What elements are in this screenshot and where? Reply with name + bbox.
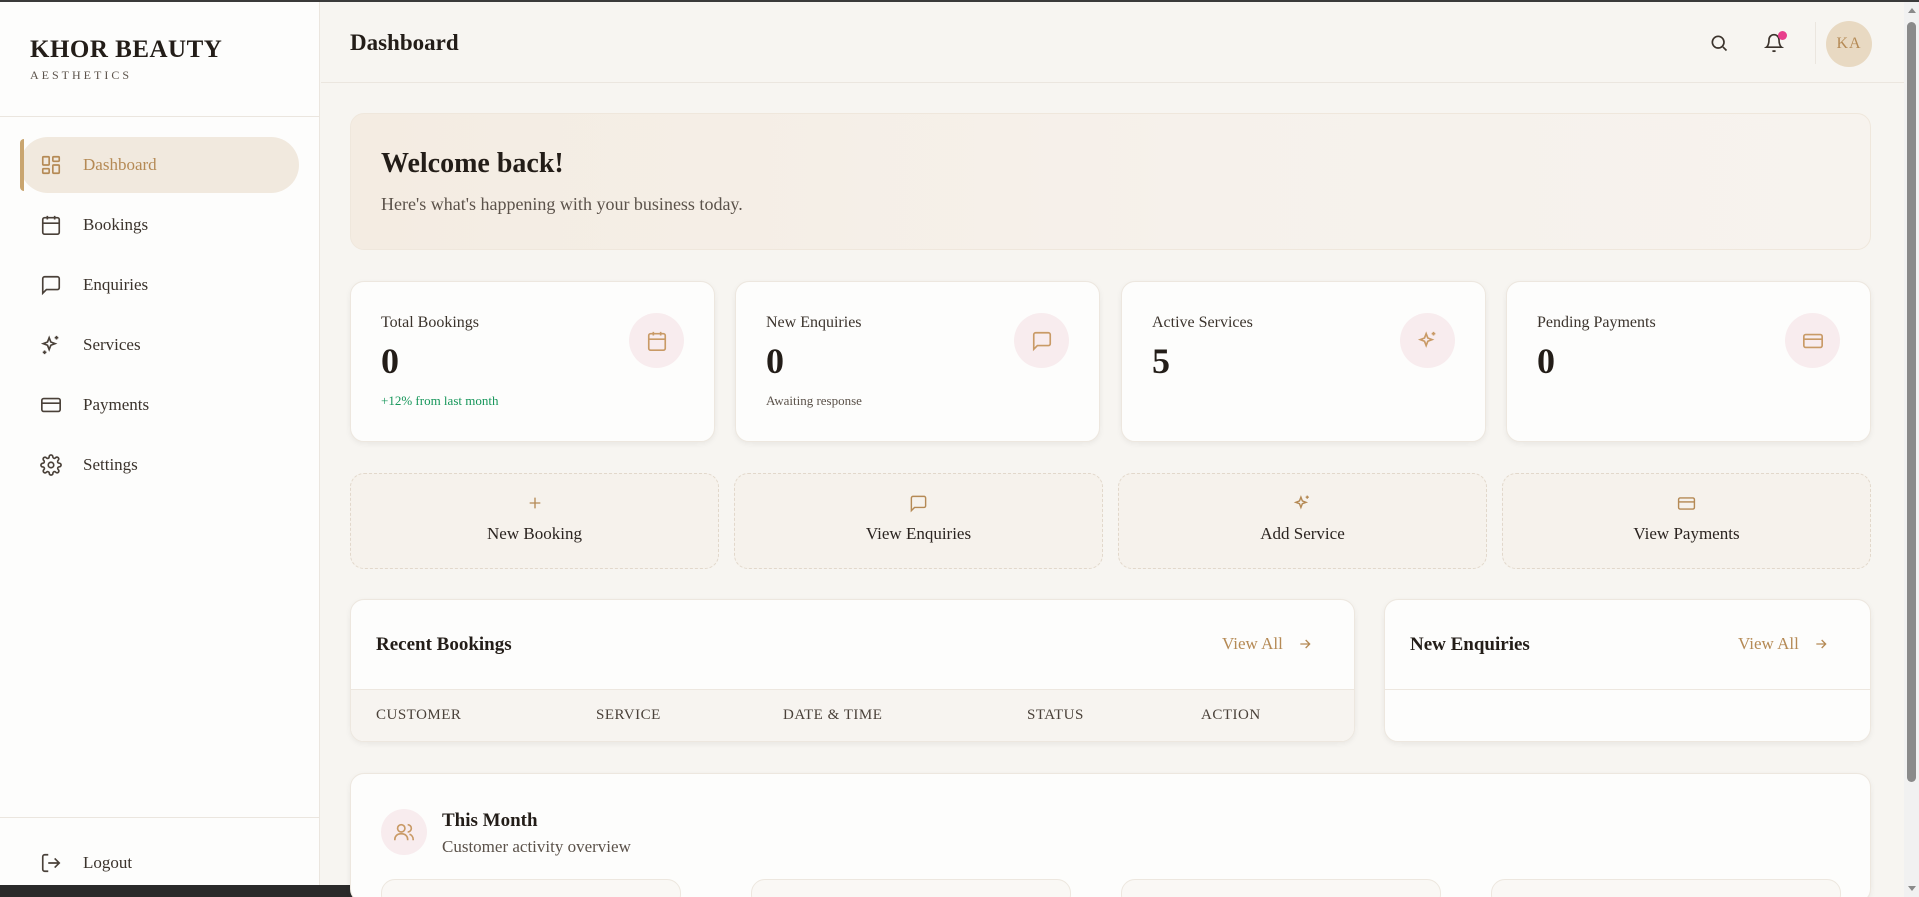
view-all-label: View All (1222, 634, 1283, 653)
calendar-icon (38, 212, 64, 238)
welcome-banner: Welcome back! Here's what's happening wi… (350, 113, 1871, 250)
plus-icon (527, 492, 543, 514)
sidebar-item-label: Settings (83, 455, 138, 474)
message-icon (1014, 313, 1069, 368)
month-stat-card (1491, 879, 1841, 897)
sparkles-icon (1400, 313, 1455, 368)
new-enquiries-title: New Enquiries (1410, 634, 1530, 655)
sidebar-item-label: Bookings (83, 215, 149, 234)
gear-icon (38, 452, 64, 478)
sparkles-icon (1293, 492, 1312, 514)
view-all-bookings-link[interactable]: View All (1222, 634, 1313, 654)
sidebar-item-label: Payments (83, 395, 150, 414)
column-header: SERVICE (596, 707, 661, 723)
credit-card-icon (1677, 492, 1696, 514)
brand-name: KHOR BEAUTY (30, 36, 223, 63)
sidebar-item-label: Enquiries (83, 275, 149, 294)
arrow-right-icon (1300, 639, 1311, 649)
message-icon (909, 492, 928, 514)
sidebar-item-settings[interactable]: Settings (20, 437, 299, 493)
stat-trend: +12% from last month (381, 393, 499, 408)
sidebar-item-payments[interactable]: Payments (20, 377, 299, 433)
sidebar-nav: Dashboard Bookings Enquiries Services Pa… (0, 117, 319, 493)
scroll-down-arrow[interactable] (1908, 886, 1916, 891)
calendar-icon (629, 313, 684, 368)
quick-action-label: Add Service (1260, 524, 1345, 543)
scroll-up-arrow[interactable] (1908, 8, 1916, 13)
logout-label: Logout (83, 853, 133, 872)
top-header: Dashboard KA (321, 2, 1904, 83)
add-service-button[interactable]: Add Service (1118, 473, 1487, 569)
column-header: STATUS (1027, 707, 1084, 723)
new-booking-button[interactable]: New Booking (350, 473, 719, 569)
recent-bookings-panel: Recent Bookings View All CUSTOMER SERVIC… (350, 599, 1355, 742)
month-stat-card (381, 879, 681, 897)
stat-label: Total Bookings (381, 314, 479, 331)
sidebar: KHOR BEAUTY AESTHETICS Dashboard Booking… (0, 2, 320, 897)
column-header: ACTION (1201, 707, 1261, 723)
message-icon (38, 272, 64, 298)
sidebar-item-enquiries[interactable]: Enquiries (20, 257, 299, 313)
view-all-label: View All (1738, 634, 1799, 653)
arrow-right-icon (1816, 639, 1827, 649)
column-header: DATE & TIME (783, 707, 883, 723)
new-enquiries-panel: New Enquiries View All (1384, 599, 1871, 742)
credit-card-icon (38, 392, 64, 418)
scroll-thumb[interactable] (1907, 22, 1916, 782)
notification-dot (1778, 31, 1787, 40)
stat-label: Pending Payments (1537, 314, 1656, 331)
stat-card-total-bookings: Total Bookings 0 +12% from last month (350, 281, 715, 442)
quick-action-label: View Payments (1633, 524, 1740, 543)
sparkles-icon (38, 332, 64, 358)
quick-action-label: New Booking (487, 524, 582, 543)
table-header: CUSTOMER SERVICE DATE & TIME STATUS ACTI… (351, 689, 1354, 741)
credit-card-icon (1785, 313, 1840, 368)
quick-action-label: View Enquiries (865, 524, 972, 543)
bell-icon[interactable] (1761, 30, 1787, 56)
stat-card-pending-payments: Pending Payments 0 (1506, 281, 1871, 442)
sidebar-item-bookings[interactable]: Bookings (20, 197, 299, 253)
scrollbar[interactable] (1904, 2, 1919, 897)
logout-icon (38, 850, 64, 876)
stat-value: 0 (381, 341, 399, 381)
month-stat-card (751, 879, 1071, 897)
logout-button[interactable]: Logout (38, 850, 132, 876)
stat-label: New Enquiries (766, 314, 862, 331)
panel-divider (1385, 689, 1870, 690)
view-enquiries-button[interactable]: View Enquiries (734, 473, 1103, 569)
sidebar-item-label: Services (83, 335, 141, 354)
sidebar-item-dashboard[interactable]: Dashboard (20, 137, 299, 193)
stat-value: 5 (1152, 341, 1170, 381)
stat-value: 0 (1537, 341, 1555, 381)
dashboard-grid-icon (38, 152, 64, 178)
stat-note: Awaiting response (766, 393, 862, 408)
brand-tagline: AESTHETICS (30, 68, 132, 82)
stat-card-active-services: Active Services 5 (1121, 281, 1486, 442)
sidebar-item-label: Dashboard (83, 155, 157, 174)
search-icon[interactable] (1706, 30, 1732, 56)
month-stat-card (1121, 879, 1441, 897)
users-icon (381, 809, 427, 855)
sidebar-item-services[interactable]: Services (20, 317, 299, 373)
view-payments-button[interactable]: View Payments (1502, 473, 1871, 569)
this-month-title: This Month (442, 810, 538, 831)
stat-card-new-enquiries: New Enquiries 0 Awaiting response (735, 281, 1100, 442)
this-month-subtitle: Customer activity overview (442, 837, 631, 856)
welcome-title: Welcome back! (381, 148, 564, 179)
avatar[interactable]: KA (1826, 21, 1872, 67)
welcome-subtitle: Here's what's happening with your busine… (381, 194, 743, 214)
column-header: CUSTOMER (376, 707, 462, 723)
header-divider (1815, 22, 1816, 64)
stat-value: 0 (766, 341, 784, 381)
page-title: Dashboard (350, 30, 459, 55)
stat-label: Active Services (1152, 314, 1253, 331)
view-all-enquiries-link[interactable]: View All (1738, 634, 1829, 654)
recent-bookings-title: Recent Bookings (376, 634, 512, 655)
this-month-panel: This Month Customer activity overview (350, 773, 1871, 897)
brand: KHOR BEAUTY AESTHETICS (0, 2, 319, 117)
